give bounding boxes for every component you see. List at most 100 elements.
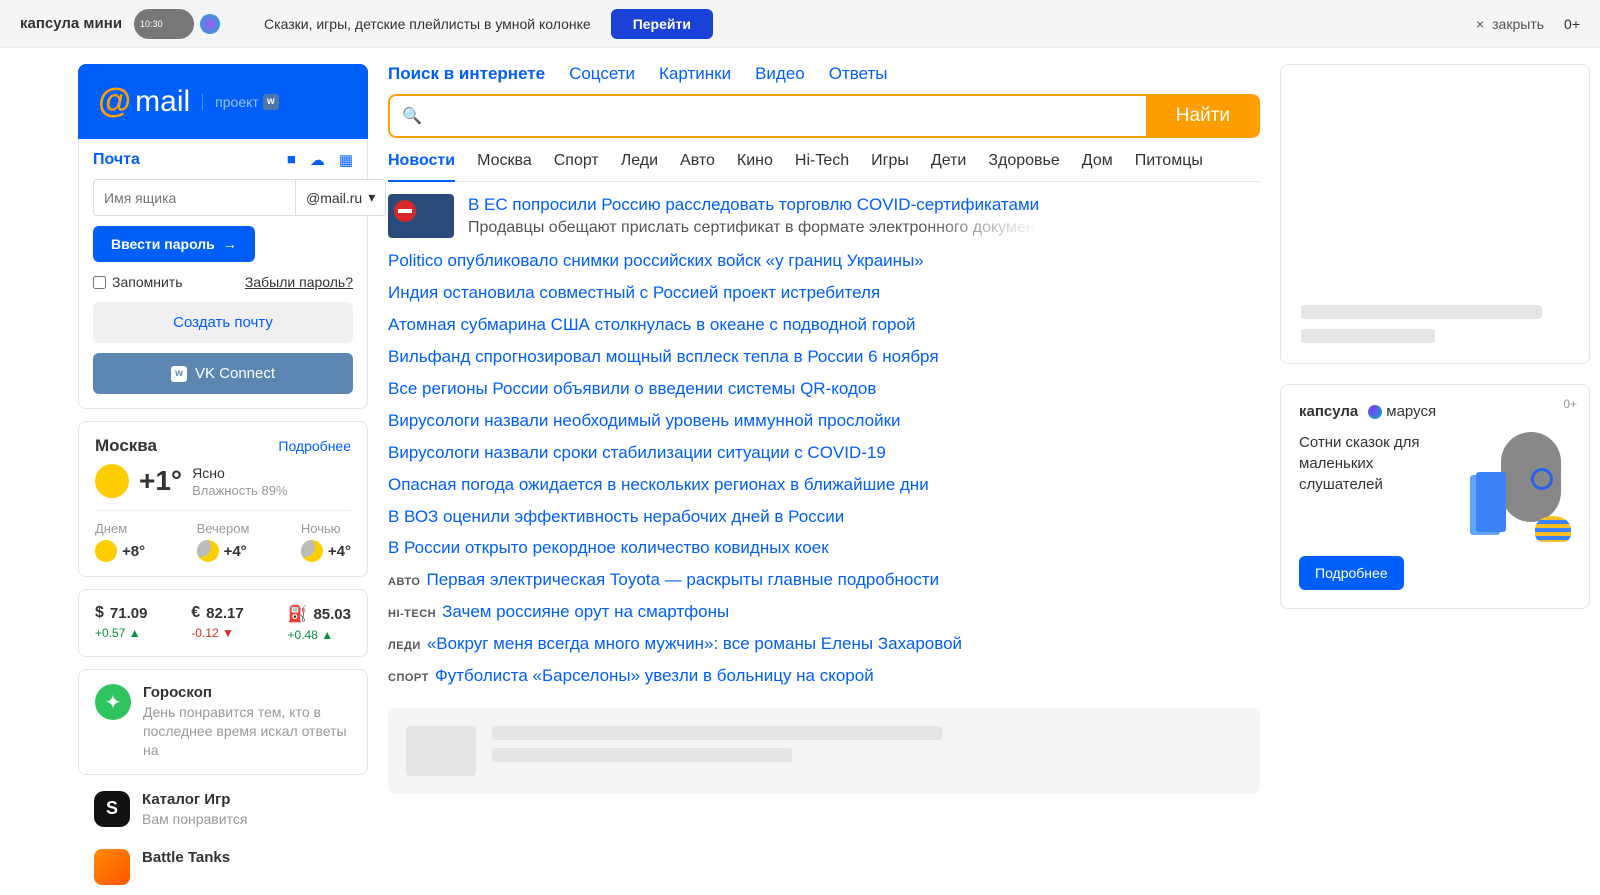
news-link[interactable]: Все регионы России объявили о введении с… [388,379,876,398]
close-icon: × [1476,16,1484,32]
banner-device-image: 10:30 [134,6,244,42]
weather-condition: Ясно [192,465,287,481]
enter-password-button[interactable]: Ввести пароль→ [93,226,255,262]
username-input[interactable] [93,179,296,216]
marusia-icon [1368,405,1382,419]
banner-close-button[interactable]: ×закрыть [1476,16,1544,32]
search-icon: 🔍 [402,106,422,126]
games-widget[interactable]: S Каталог Игр Вам понравится [78,787,368,833]
news-link[interactable]: Первая электрическая Toyota — раскрыты г… [426,570,939,589]
camera-icon[interactable]: ■ [287,151,296,169]
news-link[interactable]: «Вокруг меня всегда много мужчин»: все р… [427,634,962,653]
news-link[interactable]: В России открыто рекордное количество ко… [388,538,829,557]
news-link[interactable]: Politico опубликовало снимки российских … [388,251,924,270]
news-link[interactable]: Опасная погода ожидается в нескольких ре… [388,475,929,494]
search-input[interactable] [430,96,1134,136]
loading-skeleton [388,708,1260,794]
promo-image [1461,432,1571,542]
mail-at-icon: @ [98,82,131,121]
news-tab[interactable]: Москва [477,152,532,181]
news-tab[interactable]: Hi-Tech [795,152,849,181]
mail-card: @mail проектw Почта ■ ☁ ▦ @mail.ru▾ Ввес… [78,64,368,409]
news-link[interactable]: Атомная субмарина США столкнулась в океа… [388,315,915,334]
news-category: АВТО [388,576,420,588]
banner-age: 0+ [1564,16,1580,32]
sun-icon [95,540,117,562]
news-link[interactable]: Вирусологи назвали необходимый уровень и… [388,411,901,430]
vk-connect-button[interactable]: wVK Connect [93,353,353,394]
news-tab[interactable]: Авто [680,152,715,181]
search-tab-images[interactable]: Картинки [659,64,731,84]
lead-news-title[interactable]: В ЕС попросили Россию расследовать торго… [468,195,1039,214]
search-tab-web[interactable]: Поиск в интернете [388,64,545,84]
search-bar: 🔍 Найти [388,94,1260,138]
domain-select[interactable]: @mail.ru▾ [296,179,386,216]
eur-rate[interactable]: €82.17 -0.12 ▼ [191,604,243,642]
search-tab-social[interactable]: Соцсети [569,64,635,84]
promo-text: Сотни сказок для маленьких слушателей [1299,432,1451,542]
search-tab-video[interactable]: Видео [755,64,805,84]
lead-news[interactable]: В ЕС попросили Россию расследовать торго… [388,194,1260,238]
banner-brand: капсула мини [20,15,122,32]
weather-temp: +1° [139,465,182,497]
news-tab[interactable]: Дети [931,152,966,181]
chevron-down-icon: ▾ [368,189,375,206]
games-icon: S [94,791,130,827]
battle-tanks-widget[interactable]: Battle Tanks [78,845,368,889]
news-list: Politico опубликовало снимки российских … [388,250,1260,688]
calendar-icon[interactable]: ▦ [339,151,353,169]
news-link[interactable]: Зачем россияне орут на смартфоны [442,602,729,621]
search-tabs: Поиск в интернете Соцсети Картинки Видео… [388,64,1260,84]
horoscope-icon: ✦ [95,684,131,720]
news-tab[interactable]: Новости [388,152,455,182]
news-link[interactable]: Вильфанд спрогнозировал мощный всплеск т… [388,347,939,366]
news-tab[interactable]: Кино [737,152,773,181]
news-tab[interactable]: Игры [871,152,909,181]
news-tab[interactable]: Спорт [554,152,599,181]
cloud-icon[interactable]: ☁ [310,151,325,169]
news-tab[interactable]: Леди [621,152,658,181]
news-tab[interactable]: Питомцы [1135,152,1203,181]
remember-checkbox[interactable]: Запомнить [93,274,183,290]
promo-marusia: маруся [1368,403,1436,420]
horoscope-widget[interactable]: ✦ Гороскоп День понравится тем, кто в по… [78,669,368,775]
news-category: СПОРТ [388,672,429,684]
forgot-password-link[interactable]: Забыли пароль? [245,274,353,290]
search-button[interactable]: Найти [1146,94,1260,138]
weather-city: Москва [95,436,157,456]
weather-more-link[interactable]: Подробнее [278,438,351,454]
search-tab-answers[interactable]: Ответы [829,64,888,84]
weather-card[interactable]: Москва Подробнее +1° Ясно Влажность 89% … [78,421,368,577]
mail-logo-header[interactable]: @mail проектw [78,64,368,139]
lead-news-thumb [388,194,454,238]
oil-icon: ⛽ [288,604,308,624]
news-tab[interactable]: Дом [1082,152,1113,181]
news-link[interactable]: Вирусологи назвали сроки стабилизации си… [388,443,886,462]
banner-text: Сказки, игры, детские плейлисты в умной … [264,16,591,32]
dollar-icon: $ [95,604,104,622]
news-tab[interactable]: Здоровье [988,152,1059,181]
news-link[interactable]: Футболиста «Барселоны» увезли в больницу… [435,666,874,685]
euro-icon: € [191,604,200,622]
news-link[interactable]: В ВОЗ оценили эффективность нерабочих дн… [388,507,844,526]
create-mail-button[interactable]: Создать почту [93,302,353,343]
lead-news-subtitle: Продавцы обещают прислать сертификат в ф… [468,219,1039,237]
promo-card[interactable]: 0+ капсула маруся Сотни сказок для мален… [1280,384,1590,609]
promo-age: 0+ [1563,397,1577,411]
top-banner: капсула мини 10:30 Сказки, игры, детские… [0,0,1600,48]
news-link[interactable]: Индия остановила совместный с Россией пр… [388,283,880,302]
promo-button[interactable]: Подробнее [1299,556,1404,590]
rates-card[interactable]: $71.09 +0.57 ▲ €82.17 -0.12 ▼ ⛽85.03 +0.… [78,589,368,657]
mail-title[interactable]: Почта [93,151,140,169]
news-category: HI-TECH [388,608,436,620]
moon-icon [197,540,219,562]
banner-cta-button[interactable]: Перейти [611,9,713,39]
usd-rate[interactable]: $71.09 +0.57 ▲ [95,604,147,642]
sun-icon [95,464,129,498]
weather-humidity: Влажность 89% [192,483,287,498]
ad-placeholder [1280,64,1590,364]
news-tabs: Новости Москва Спорт Леди Авто Кино Hi-T… [388,152,1260,182]
project-vk-label: проектw [202,94,279,110]
moon-icon [301,540,323,562]
oil-rate[interactable]: ⛽85.03 +0.48 ▲ [288,604,351,642]
